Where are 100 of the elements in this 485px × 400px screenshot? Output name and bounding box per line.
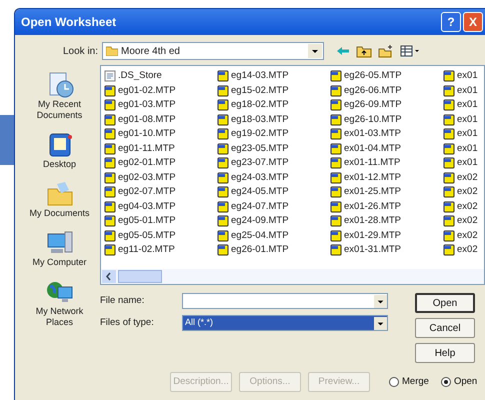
worksheet-file-icon xyxy=(443,142,455,155)
worksheet-file-icon xyxy=(330,128,342,140)
worksheet-file-icon xyxy=(330,200,342,213)
scroll-thumb[interactable] xyxy=(118,270,162,283)
worksheet-file-icon xyxy=(443,172,455,184)
worksheet-file-icon xyxy=(217,114,229,126)
file-item[interactable]: ex01 xyxy=(457,98,478,112)
place-item[interactable]: My Documents xyxy=(24,208,96,219)
file-item[interactable]: ex02 xyxy=(457,170,478,185)
file-item[interactable]: ex01-25.MTP xyxy=(344,185,402,200)
file-item[interactable]: eg24-09.MTP xyxy=(231,214,289,228)
file-item[interactable]: ex01 xyxy=(457,142,478,156)
file-item[interactable]: ex01-26.MTP xyxy=(344,200,402,214)
file-item[interactable]: eg02-01.MTP xyxy=(118,156,176,170)
close-button[interactable]: X xyxy=(463,12,483,32)
file-name-label: File name: xyxy=(100,294,146,308)
worksheet-file-icon xyxy=(104,186,116,198)
worksheet-file-icon xyxy=(217,99,229,112)
file-item[interactable]: eg15-02.MTP xyxy=(231,84,289,98)
look-in-label: Look in: xyxy=(63,44,98,58)
mode-radio[interactable]: Merge xyxy=(389,374,429,390)
look-in-dropdown[interactable]: Moore 4th ed xyxy=(102,42,324,60)
file-item[interactable]: eg26-09.MTP xyxy=(344,98,402,112)
file-item[interactable]: ex01 xyxy=(457,156,478,170)
file-item[interactable]: eg26-10.MTP xyxy=(344,112,402,127)
file-name-field[interactable] xyxy=(182,293,388,309)
file-item[interactable]: eg24-03.MTP xyxy=(231,170,289,185)
place-item[interactable]: My Computer xyxy=(24,257,96,268)
file-item[interactable]: ex01 xyxy=(457,127,478,142)
place-item[interactable]: My Recent Documents xyxy=(24,99,96,121)
dialog-button[interactable]: Open xyxy=(415,293,475,313)
up-folder-icon[interactable] xyxy=(356,44,372,58)
file-item[interactable]: ex01 xyxy=(457,69,478,84)
worksheet-file-icon xyxy=(217,215,229,228)
file-item[interactable]: eg24-05.MTP xyxy=(231,185,289,200)
worksheet-file-icon xyxy=(330,114,342,126)
place-item[interactable]: Desktop xyxy=(24,159,96,170)
file-item[interactable]: eg05-01.MTP xyxy=(118,214,176,228)
place-item[interactable]: My Network Places xyxy=(24,306,96,328)
worksheet-file-icon xyxy=(104,128,116,140)
file-item[interactable]: eg01-03.MTP xyxy=(118,98,176,112)
file-item[interactable]: ex01-04.MTP xyxy=(344,142,402,156)
file-item[interactable]: eg25-04.MTP xyxy=(231,228,289,243)
file-item[interactable]: eg01-11.MTP xyxy=(118,142,175,156)
file-item[interactable]: eg01-08.MTP xyxy=(118,112,176,127)
file-item[interactable]: eg23-05.MTP xyxy=(231,142,289,156)
worksheet-file-icon xyxy=(217,128,229,140)
file-item[interactable]: eg26-01.MTP xyxy=(231,243,289,258)
worksheet-file-icon xyxy=(104,142,116,155)
file-item[interactable]: ex02 xyxy=(457,200,478,214)
file-item[interactable]: ex01-28.MTP xyxy=(344,214,402,228)
file-item[interactable]: eg24-07.MTP xyxy=(231,200,289,214)
file-item[interactable]: ex01-11.MTP xyxy=(344,156,400,170)
worksheet-file-icon xyxy=(217,244,229,256)
worksheet-file-icon xyxy=(217,157,229,170)
mode-radio[interactable]: Open xyxy=(440,374,478,390)
worksheet-file-icon xyxy=(217,142,229,155)
file-item[interactable]: eg01-10.MTP xyxy=(118,127,176,142)
file-item[interactable]: ex01 xyxy=(457,84,478,98)
worksheet-file-icon xyxy=(217,230,229,242)
folder-icon xyxy=(44,180,74,208)
horizontal-scrollbar[interactable] xyxy=(101,269,484,284)
file-item[interactable]: ex02 xyxy=(457,228,478,243)
worksheet-file-icon xyxy=(217,186,229,198)
file-item[interactable]: eg26-05.MTP xyxy=(344,69,402,84)
file-item[interactable]: eg19-02.MTP xyxy=(231,127,289,142)
worksheet-file-icon xyxy=(330,70,342,82)
file-item[interactable]: eg23-07.MTP xyxy=(231,156,289,170)
file-item[interactable]: eg02-03.MTP xyxy=(118,170,176,185)
worksheet-file-icon xyxy=(330,230,342,242)
window-title: Open Worksheet xyxy=(21,14,116,31)
dialog-button[interactable]: Cancel xyxy=(415,318,475,338)
file-item[interactable]: ex01-12.MTP xyxy=(344,170,402,185)
dialog-button[interactable]: Help xyxy=(415,343,475,363)
file-item[interactable]: ex01-31.MTP xyxy=(344,243,402,258)
file-item[interactable]: ex02 xyxy=(457,214,478,228)
file-item[interactable]: eg14-03.MTP xyxy=(231,69,289,84)
new-folder-icon[interactable] xyxy=(378,44,394,58)
file-item[interactable]: ex02 xyxy=(457,185,478,200)
file-item[interactable]: eg11-02.MTP xyxy=(118,243,175,258)
scroll-left-icon[interactable] xyxy=(102,270,116,283)
file-item[interactable]: .DS_Store xyxy=(118,69,162,84)
file-item[interactable]: eg05-05.MTP xyxy=(118,228,176,243)
help-button[interactable]: ? xyxy=(441,12,461,32)
file-item[interactable]: eg02-07.MTP xyxy=(118,185,176,200)
view-menu-icon[interactable] xyxy=(400,45,420,57)
file-item[interactable]: eg04-03.MTP xyxy=(118,200,176,214)
file-item[interactable]: eg18-02.MTP xyxy=(231,98,289,112)
file-item[interactable]: eg18-03.MTP xyxy=(231,112,289,127)
file-item[interactable]: ex01-03.MTP xyxy=(344,127,402,142)
file-type-dropdown[interactable]: All (*.*) xyxy=(182,315,388,331)
file-item[interactable]: ex02 xyxy=(457,243,478,258)
file-item[interactable]: eg26-06.MTP xyxy=(344,84,402,98)
file-item[interactable]: ex01-29.MTP xyxy=(344,228,402,243)
worksheet-file-icon xyxy=(104,114,116,126)
file-item[interactable]: eg01-02.MTP xyxy=(118,84,176,98)
worksheet-file-icon xyxy=(217,84,229,97)
file-item[interactable]: ex01 xyxy=(457,112,478,127)
file-icon xyxy=(104,70,116,82)
worksheet-file-icon xyxy=(104,230,116,242)
